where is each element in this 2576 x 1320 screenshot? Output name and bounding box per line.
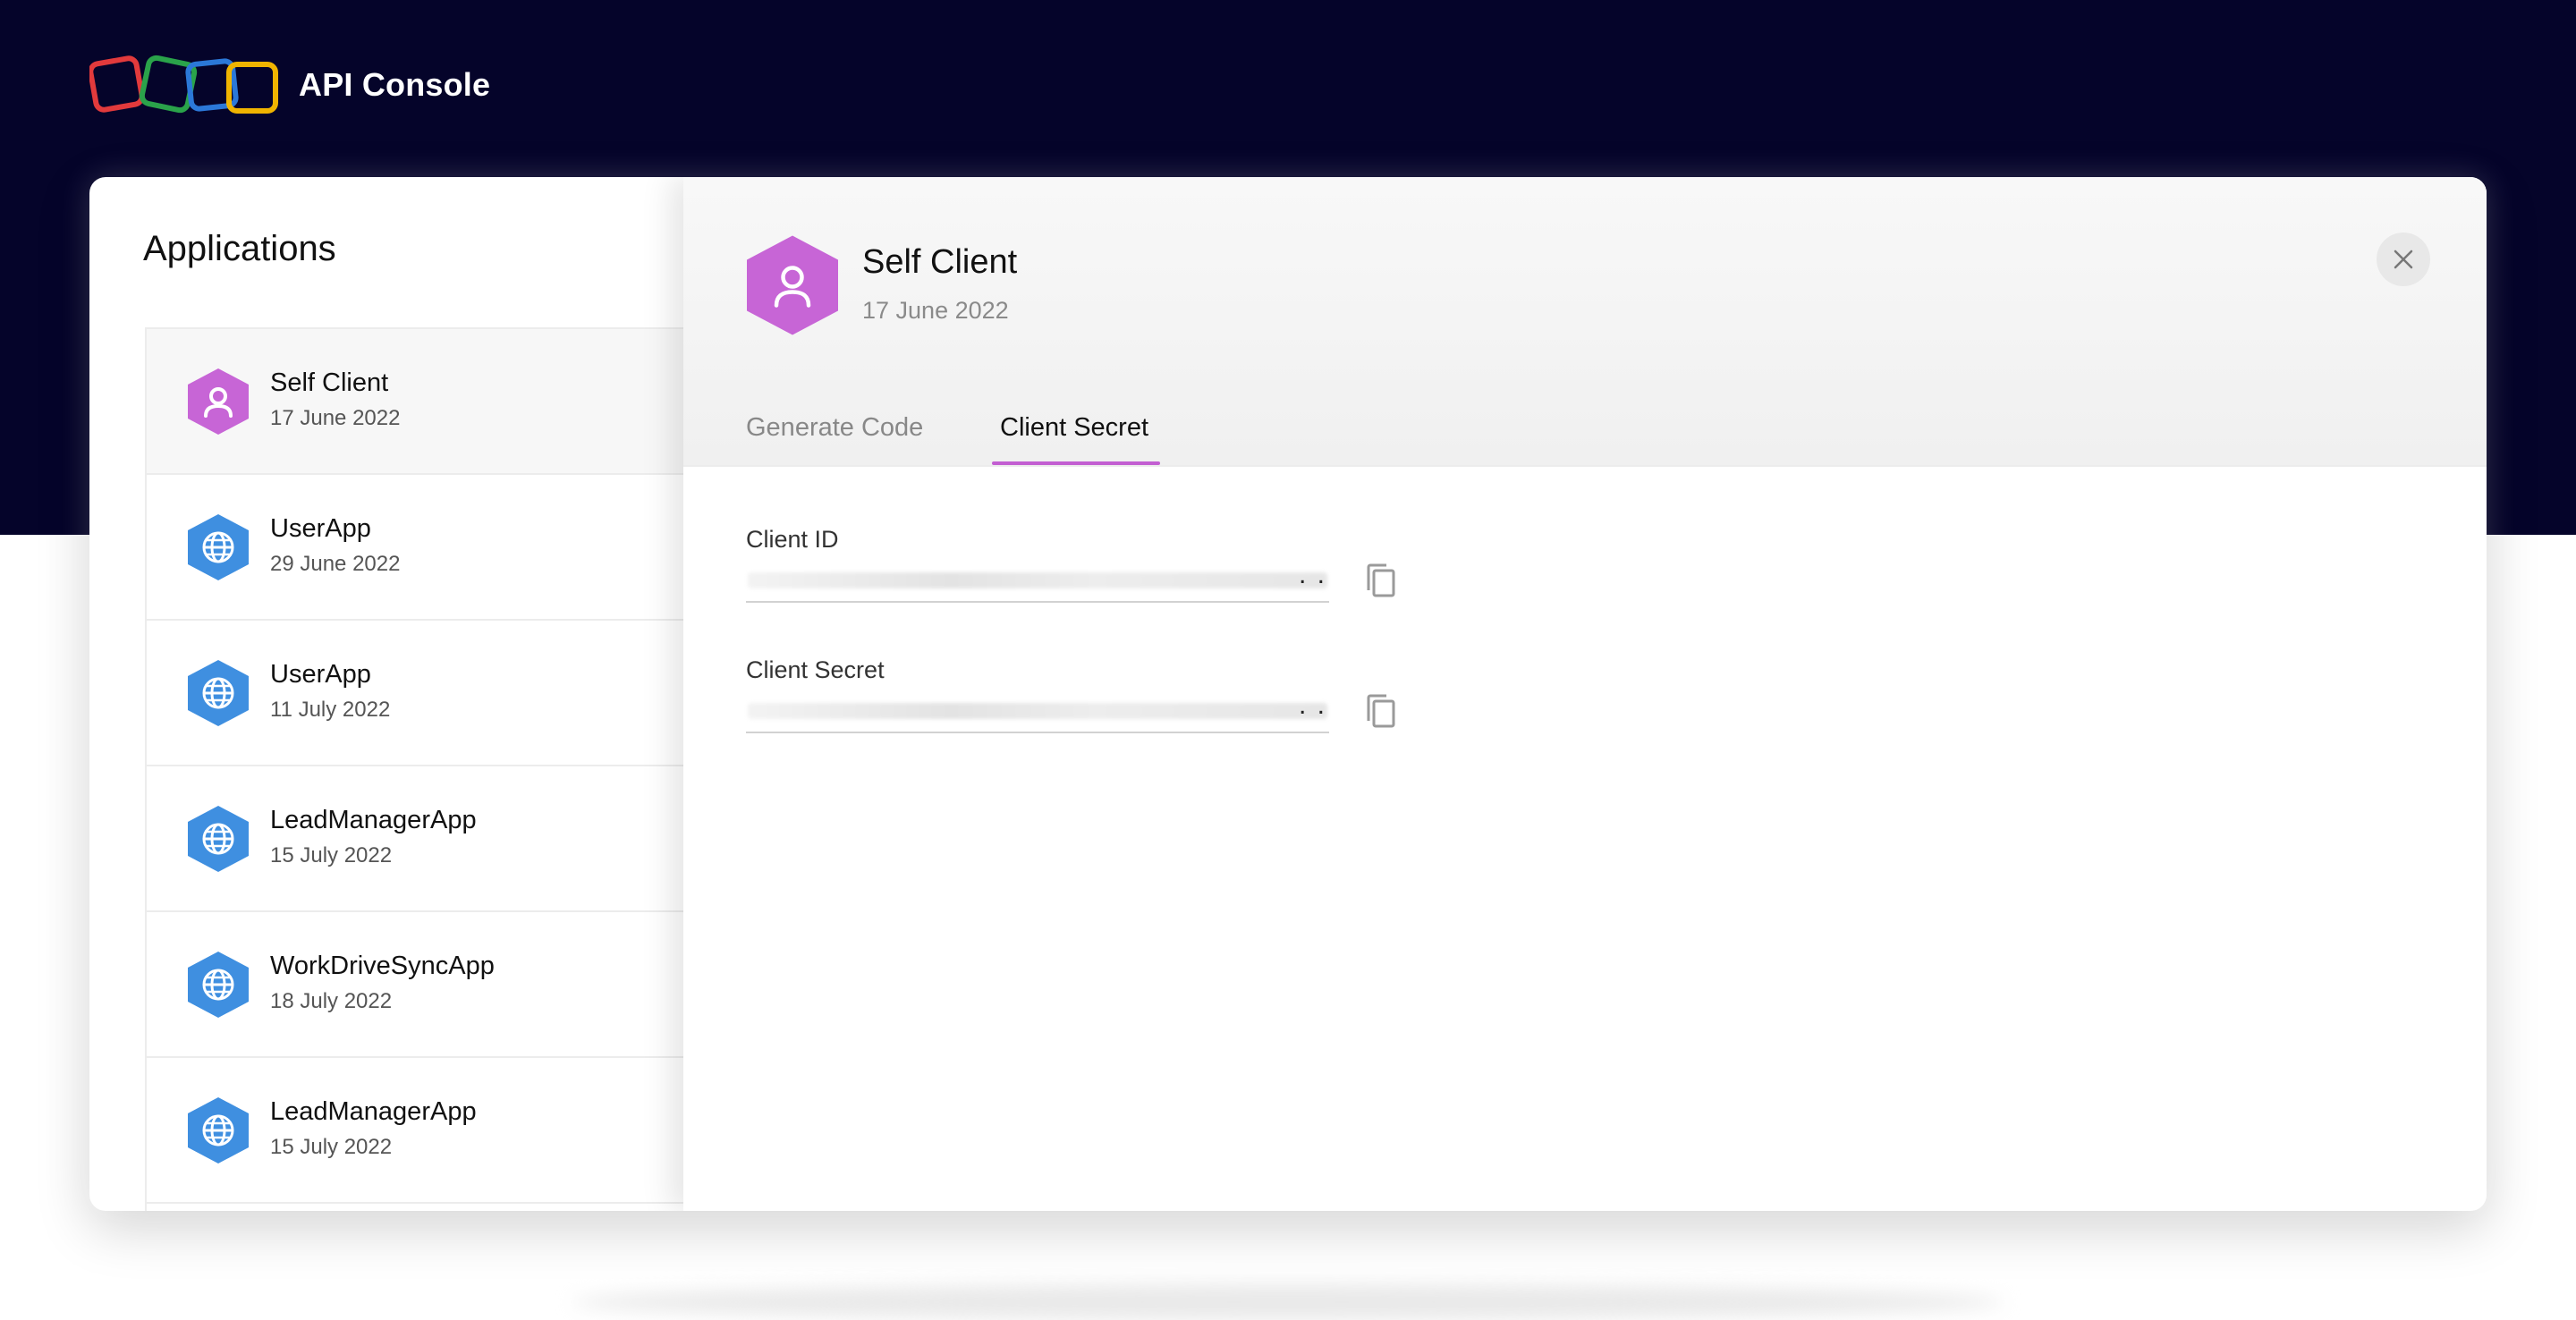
user-icon	[188, 368, 249, 435]
client-secret-underline	[746, 732, 1329, 733]
copy-icon[interactable]	[1363, 692, 1399, 732]
client-id-underline	[746, 601, 1329, 603]
close-icon	[2394, 250, 2413, 269]
client-id-ellipsis: . .	[1299, 560, 1327, 589]
list-item[interactable]: LeadManagerApp 15 July 2022	[147, 1058, 773, 1204]
app-date: 15 July 2022	[270, 1135, 393, 1159]
list-item[interactable]: UserApp 11 July 2022	[147, 621, 773, 766]
decorative-shadow	[572, 1284, 2004, 1320]
app-date: 18 July 2022	[270, 989, 393, 1013]
detail-date: 17 June 2022	[862, 297, 1009, 324]
tab-client-secret[interactable]: Client Secret	[1000, 413, 1148, 443]
app-name: UserApp	[270, 660, 371, 689]
zoho-logo-icon	[89, 55, 278, 114]
app-date: 11 July 2022	[270, 698, 391, 722]
active-tab-indicator	[992, 461, 1160, 465]
client-secret-value[interactable]	[748, 703, 1327, 719]
list-item[interactable]: LeadManagerApp 15 July 2022	[147, 766, 773, 912]
globe-icon	[188, 514, 249, 580]
app-name: UserApp	[270, 514, 371, 543]
copy-icon[interactable]	[1363, 562, 1399, 601]
detail-title: Self Client	[862, 243, 1018, 281]
close-button[interactable]	[2377, 233, 2430, 286]
client-id-value[interactable]	[748, 572, 1327, 588]
globe-icon	[188, 660, 249, 726]
detail-panel: Self Client 17 June 2022 Generate Code C…	[683, 177, 2487, 1211]
globe-icon	[188, 952, 249, 1018]
app-date: 15 July 2022	[270, 843, 393, 867]
tab-generate-code[interactable]: Generate Code	[746, 413, 923, 443]
client-secret-label: Client Secret	[746, 656, 885, 683]
applications-heading: Applications	[143, 229, 336, 268]
user-icon	[747, 235, 838, 335]
client-secret-ellipsis: . .	[1299, 690, 1327, 720]
list-item[interactable]: Self Client 17 June 2022	[147, 329, 773, 475]
app-name: Self Client	[270, 368, 389, 397]
app-name: WorkDriveSyncApp	[270, 952, 495, 980]
list-item[interactable]: WorkDriveSyncApp 18 July 2022	[147, 912, 773, 1058]
app-name: LeadManagerApp	[270, 1097, 477, 1126]
globe-icon	[188, 806, 249, 872]
app-title: API Console	[299, 66, 491, 103]
brand[interactable]: API Console	[89, 52, 490, 118]
app-name: LeadManagerApp	[270, 806, 477, 834]
console-card: Applications Self Client 17 June 2022 Us…	[89, 177, 2487, 1211]
globe-icon	[188, 1097, 249, 1163]
client-id-label: Client ID	[746, 526, 839, 553]
applications-list: Self Client 17 June 2022 UserApp 29 June…	[145, 327, 773, 1211]
app-date: 17 June 2022	[270, 406, 401, 430]
app-date: 29 June 2022	[270, 552, 401, 576]
list-item[interactable]: UserApp 29 June 2022	[147, 475, 773, 621]
